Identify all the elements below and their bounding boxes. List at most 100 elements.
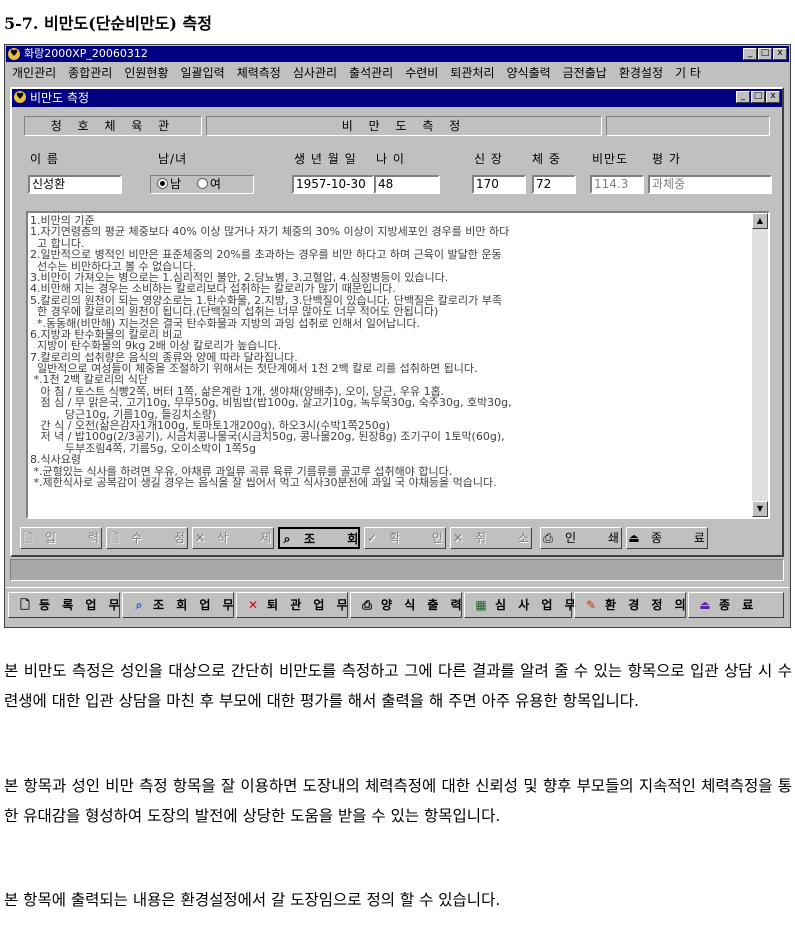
menu-accounting[interactable]: 금전출납 [557,63,613,83]
input-label: 입 력 [45,531,113,545]
gender-radio-group: 남 여 [150,175,254,194]
menu-fitness-test[interactable]: 체력측정 [231,63,287,83]
label-birth: 생 년 월 일 [294,152,357,166]
label-name: 이 름 [30,152,59,166]
exit-toolbar-button[interactable]: ⏏ 종 료 [688,592,784,618]
paragraph-2: 본 항목과 성인 비만 측정 항목을 잘 이용하면 도장내의 체력측정에 대한 … [4,777,792,825]
inquiry-label: 조 회 업 무 [153,598,238,612]
obesity-title: 비만도 측정 [30,91,90,105]
label-bmi: 비만도 [592,152,629,166]
delete-label: 삭 제 [217,531,285,545]
minimize-button[interactable]: _ [743,48,757,60]
menu-fees[interactable]: 수련비 [399,63,444,83]
form-print-label: 양 식 출 력 [381,598,466,612]
exit-label: 종 료 [719,598,758,612]
edit-button[interactable]: 🗋 수 정 [106,527,188,549]
menu-personal[interactable]: 개인관리 [6,63,62,83]
delete-icon: ✕ [194,531,206,545]
form-title: 비 만 도 측 정 [206,116,602,136]
obesity-titlebar: ♥ 비만도 측정 _ □ x [12,89,782,107]
close-button[interactable]: x [773,48,787,60]
memo-line: *.1천 2백 칼로리의 식단 [30,374,148,386]
minimize-button[interactable]: _ [736,91,750,103]
withdrawal-toolbar-button[interactable]: ✕ 퇴 관 업 무 [236,592,348,618]
print-button[interactable]: ⎙ 인 쇄 [540,527,622,549]
inquiry-toolbar-button[interactable]: ⌕ 조 회 업 무 [122,592,234,618]
memo-line: 8.식사요령 [30,454,81,466]
label-weight: 체 중 [532,152,561,166]
label-height: 신 장 [474,152,503,166]
menu-etc[interactable]: 기 타 [669,63,707,83]
age-field[interactable]: 48 [374,175,440,194]
height-field[interactable]: 170 [472,175,526,194]
memo-line: 두부조림4쪽, 기름5g, 오이소박이 1쪽5g [30,442,256,455]
registration-toolbar-button[interactable]: 🗋 등 록 업 무 [8,592,120,618]
exit-button[interactable]: ⏏ 종 료 [626,527,708,549]
memo-line: 선수는 비만하다고 볼 수 없습니다. [30,260,197,272]
printer-icon: ⎙ [362,598,372,612]
memo-line: 일반적으로 여성들이 체중을 조절하기 위해서는 첫단계에서 1천 2백 칼로 … [30,363,478,375]
app-title: 화랑2000XP_20060312 [24,47,148,60]
male-label: 남 [170,177,182,191]
menu-attendance[interactable]: 출석관리 [343,63,399,83]
weight-field[interactable]: 72 [532,175,576,194]
print-label: 인 쇄 [565,531,633,545]
settings-label: 환 경 정 의 [605,598,690,612]
memo-line: *.동동해(비만해) 지는것은 결국 탄수화물과 지방의 과잉 섭취로 인해서 … [30,317,420,329]
eval-field: 과체중 [648,175,772,194]
memo-line: 1.자기연령층의 평균 체중보다 40% 이상 많거나 자기 체중의 30% 이… [30,226,510,238]
grid-icon: ▦ [475,598,487,612]
memo-line: 3.비만이 가져오는 병으로는 1.심리적인 불안, 2.당뇨병, 3.고혈압,… [30,271,449,284]
memo-line: 4.비만해 지는 경우는 소비하는 칼로리보다 섭취하는 칼로리가 많기 때문입… [30,283,396,295]
settings-icon: ✎ [585,598,597,612]
scroll-down-icon[interactable]: ▼ [752,501,768,517]
obesity-info-memo[interactable]: 1.비만의 기준 1.자기연령층의 평균 체중보다 40% 이상 많거나 자기 체… [26,211,770,519]
settings-toolbar-button[interactable]: ✎ 환 경 정 의 [574,592,686,618]
memo-line: 6.지방과 탄수화물의 칼로리 비교 [30,328,183,341]
memo-scrollbar[interactable]: ▲ ▼ [752,213,768,517]
menu-members[interactable]: 인원현황 [118,63,174,83]
memo-line: 한 경우에 칼로리의 원천이 됩니다.(단백질의 섭취는 너무 많아도 너무 적… [30,306,439,318]
exit-icon: ⏏ [699,598,711,612]
close-button[interactable]: x [766,91,780,103]
menu-withdrawal[interactable]: 퇴관처리 [444,63,500,83]
maximize-button[interactable]: □ [751,91,765,103]
app-icon: ♥ [8,48,20,60]
memo-line: 고 합니다. [30,237,85,250]
app-icon: ♥ [14,91,26,103]
menu-batch-input[interactable]: 일괄입력 [175,63,231,83]
input-button[interactable]: 🗋 입 력 [20,527,102,549]
cancel-icon: ✕ [452,531,464,545]
scroll-up-icon[interactable]: ▲ [752,213,768,229]
cancel-button[interactable]: ✕ 취 소 [450,527,532,549]
close-icon: ✕ [247,598,259,612]
binoculars-icon: ⌕ [283,532,291,546]
menu-forms[interactable]: 양식출력 [501,63,557,83]
maximize-button[interactable]: □ [758,48,772,60]
delete-button[interactable]: ✕ 삭 제 [192,527,274,549]
form-print-toolbar-button[interactable]: ⎙ 양 식 출 력 [350,592,462,618]
memo-line: *.제한식사로 공복감이 생길 경우는 음식을 잘 씹어서 먹고 식사30분전에… [30,476,497,489]
menu-exam[interactable]: 심사관리 [287,63,343,83]
memo-line: 5.칼로리의 원천이 되는 영양소로는 1.탄수화물, 2.지방, 3.단백질이… [30,294,502,307]
exam-label: 심 사 업 무 [495,598,580,612]
header-extra [606,116,770,136]
name-field[interactable]: 신성환 [28,175,122,194]
memo-line: *.균형있는 식사를 하려면 우유, 야채류 과일류 곡류 육류 기름류를 골고… [30,465,453,477]
menu-general[interactable]: 종합관리 [62,63,118,83]
male-radio[interactable] [157,178,168,189]
birth-field[interactable]: 1957-10-30 [292,175,374,194]
female-radio[interactable] [196,178,208,189]
menu-settings[interactable]: 환경설정 [613,63,669,83]
search-button[interactable]: ⌕ 조 회 [278,527,360,549]
gym-name: 청 호 체 육 관 [24,116,202,136]
confirm-button[interactable]: ✓ 확 인 [364,527,446,549]
new-document-icon: 🗋 [23,531,33,545]
menu-bar: 개인관리 종합관리 인원현황 일괄입력 체력측정 심사관리 출석관리 수련비 퇴관처리 양식출력 금… [6,63,789,83]
exit-icon: ⏏ [628,531,640,545]
app-window: ♥ 화랑2000XP_20060312 _ □ x 개인관리 종합관리 인원현황 일괄입력… [4,44,791,628]
memo-line: 지방이 탄수화물의 9kg 2배 이상 칼로리가 높습니다. [30,340,282,352]
check-icon: ✓ [366,531,378,545]
memo-line: 점 심 / 무 맑은국, 고기10g, 무무50g, 비빔밥(밥100g, 살고… [30,397,512,409]
exam-toolbar-button[interactable]: ▦ 심 사 업 무 [464,592,576,618]
